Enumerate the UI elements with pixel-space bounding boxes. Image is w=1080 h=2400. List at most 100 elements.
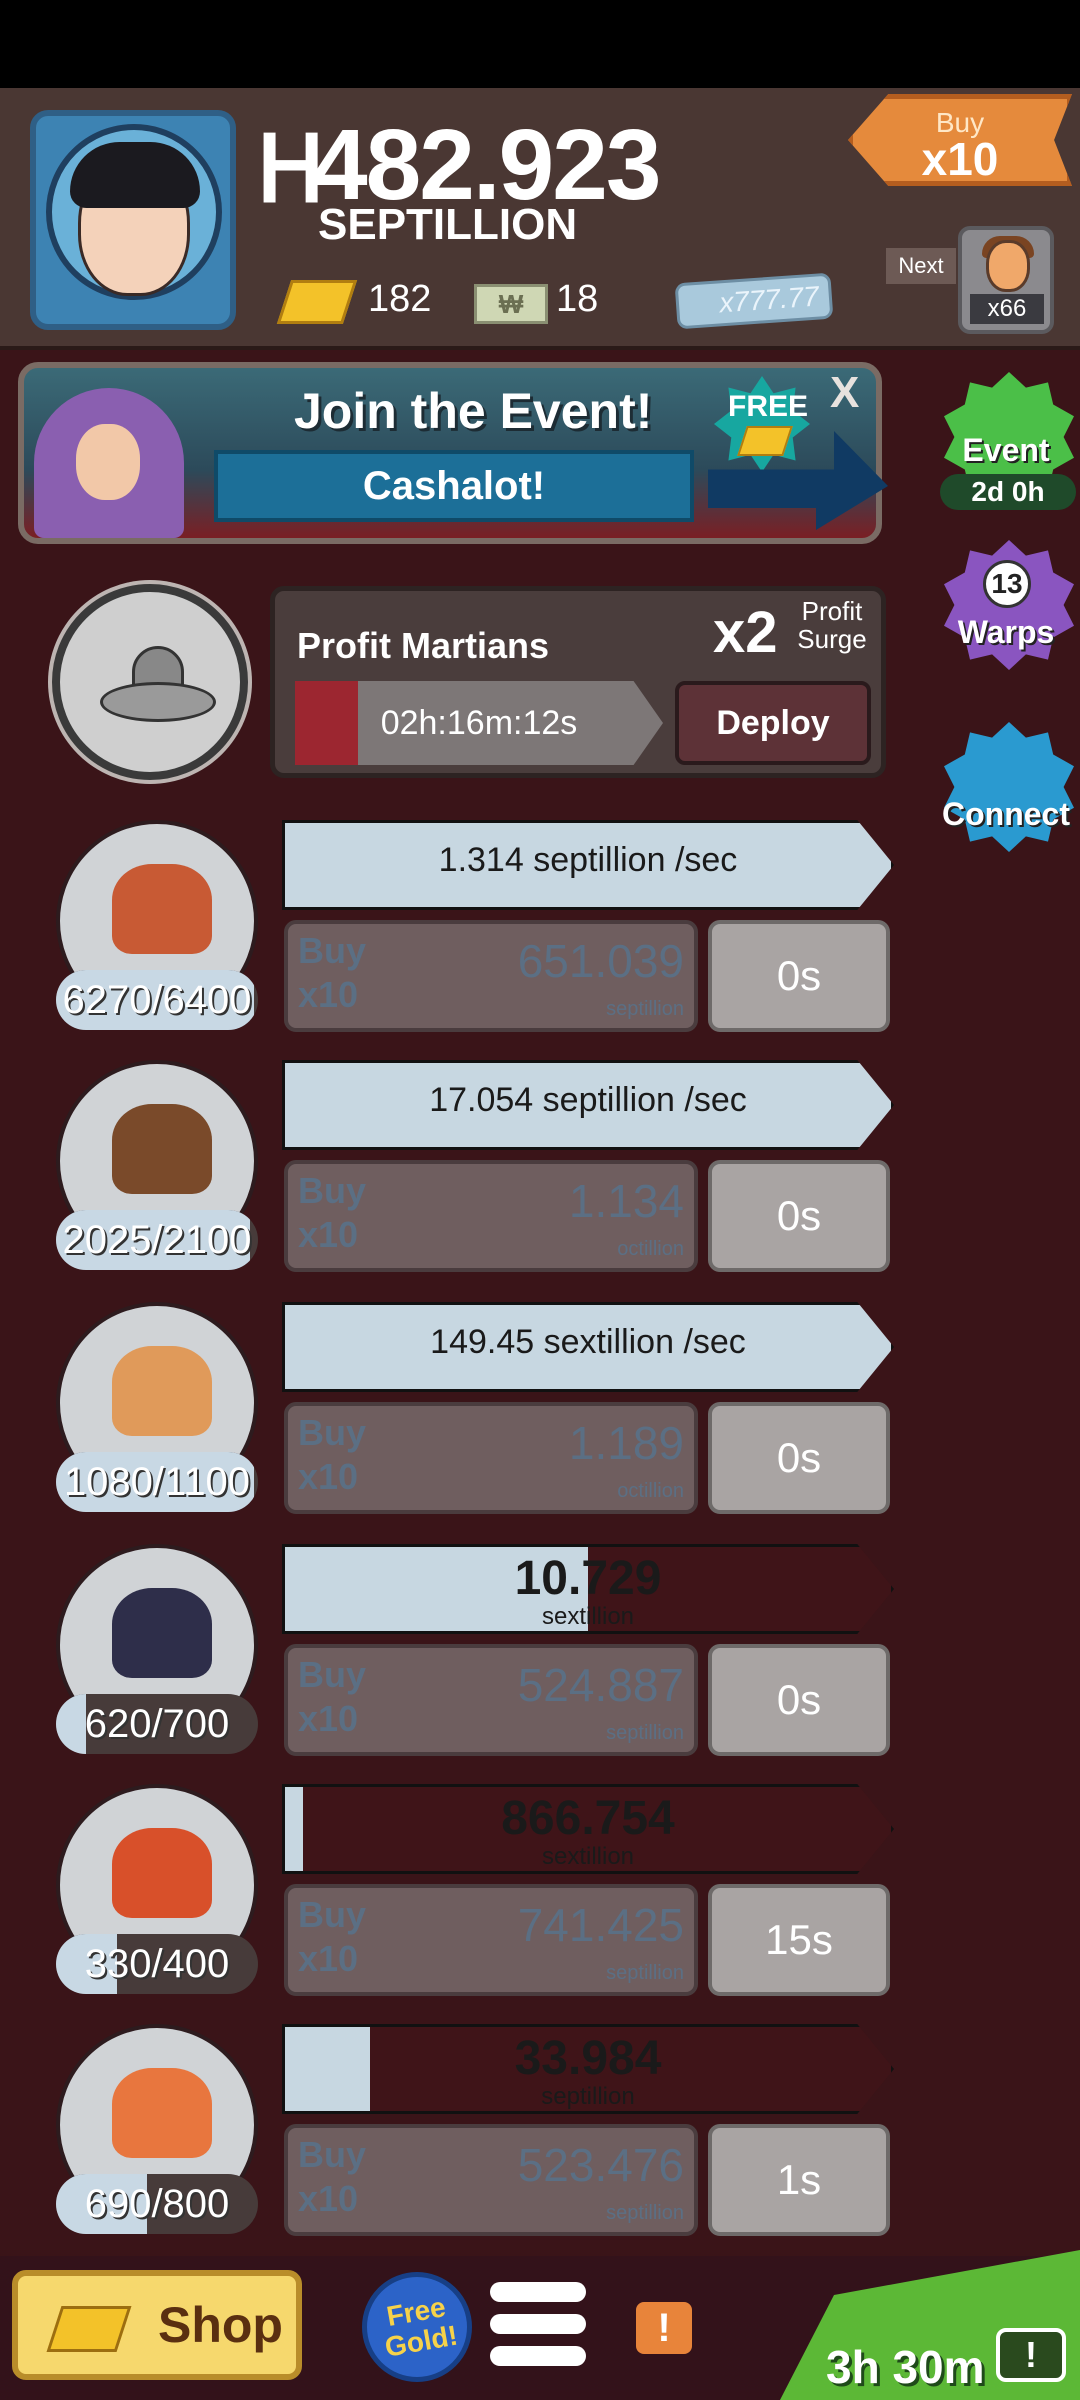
hair-icon [70,142,200,208]
buy-amount: x10 [298,974,359,1015]
megabucks-icon: ₩ [474,284,548,324]
business-timer: 0s [708,1160,890,1272]
alert-icon[interactable]: ! [636,2302,692,2354]
business-timer: 0s [708,920,890,1032]
manager-avatar[interactable] [52,584,248,780]
event-timer: 2d 0h [940,474,1076,510]
business-count-bar: 6270/6400 [56,970,258,1030]
mushroom-house-icon [112,1588,212,1678]
buy-cost: 523.476 [517,2139,684,2191]
business-rate: 17.054 septillion /sec [429,1081,747,1119]
shop-label: Shop [158,2297,283,2353]
buy-label: Buy [298,1654,367,1695]
buy-cost-unit: septillion [606,998,684,1020]
business-rate-unit: sextillion [541,1603,635,1630]
player-avatar[interactable] [30,110,236,330]
business-buy-button[interactable]: Buy x10 1.189 octillion [284,1402,698,1514]
buy-amount: x10 [298,2178,359,2219]
business-rate-value: 866.754 [501,1792,675,1845]
rock-pile-icon [112,864,212,954]
business-count-bar: 690/800 [56,2174,258,2234]
money-unit: SEPTILLION [318,200,578,249]
business-count: 330/400 [84,1942,230,1986]
header: ᕼ 482.923 SEPTILLION 182 ₩ 18 x777.77 Bu… [0,88,1080,350]
business-buy-button[interactable]: Buy x10 741.425 septillion [284,1884,698,1996]
gold-gem-icon [276,280,358,324]
buy-cost-unit: octillion [617,1480,684,1502]
event-label: Event [962,432,1050,468]
business-rate: 1.314 septillion /sec [438,841,738,879]
buy-amount: x10 [298,1698,359,1739]
business-count-bar: 1080/1100 [56,1452,258,1512]
next-unlock-button[interactable]: x66 [958,226,1054,334]
business-progress-bar[interactable]: 149.45 sextillion /sec [282,1302,894,1392]
business-progress-bar[interactable]: 866.754 sextillion [282,1784,894,1874]
deploy-button[interactable]: Deploy [675,681,871,765]
manager-name: Profit Martians [297,625,550,666]
business-rate-unit: septillion [541,2083,635,2110]
business-timer: 0s [708,1402,890,1514]
close-icon[interactable]: X [830,368,859,418]
business-progress-bar[interactable]: 33.984 septillion [282,2024,894,2114]
manager-timer: 02h:16m:12s [380,704,578,742]
manager-timer-bar: 02h:16m:12s [295,681,663,765]
event-banner[interactable]: Join the Event! Cashalot! FREE [18,362,882,544]
multiplier-tag[interactable]: x777.77 [674,272,834,330]
gold-count: 182 [368,278,432,320]
warps-count: 13 [983,560,1031,608]
next-label: Next [886,248,956,284]
shop-button[interactable]: Shop [12,2270,302,2380]
business-timer: 15s [708,1884,890,1996]
business-progress-bar[interactable]: 1.314 septillion /sec [282,820,894,910]
chocolate-bar-icon [112,1104,212,1194]
megabucks-count: 18 [556,278,599,320]
buy-amount: x10 [298,1214,359,1255]
business-buy-button[interactable]: Buy x10 523.476 septillion [284,2124,698,2236]
buy-cost: 1.189 [568,1417,684,1469]
coin-sun-icon [112,1828,212,1918]
buy-label: Buy [298,1412,367,1453]
tv-icon[interactable]: ! [996,2328,1066,2382]
business-rate-value: 33.984 [514,2032,662,2085]
business-row: 2025/2100 17.054 septillion /sec Buy x10… [0,1060,1080,1300]
buy-label: Buy [298,1894,367,1935]
business-progress-bar[interactable]: 10.729 sextillion [282,1544,894,1634]
free-gem-icon [737,426,793,456]
business-buy-button[interactable]: Buy x10 1.134 octillion [284,1160,698,1272]
jester-face-icon [76,424,140,500]
business-row: 620/700 10.729 sextillion Buy x10 524.88… [0,1544,1080,1784]
status-bar [0,0,1080,88]
business-count-bar: 330/400 [56,1934,258,1994]
free-gold-button[interactable]: Free Gold! [362,2272,472,2382]
star-person-icon [112,2068,212,2158]
buy-label: Buy [298,1170,367,1211]
business-timer: 0s [708,1644,890,1756]
manager-panel: Profit Martians x2 Profit Surge 02h:16m:… [270,586,886,778]
tv-timer: 3h 30m [826,2341,985,2393]
business-timer: 1s [708,2124,890,2236]
buy-cost: 651.039 [517,935,684,987]
buy-cost-unit: septillion [606,1722,684,1744]
business-progress-bar[interactable]: 17.054 septillion /sec [282,1060,894,1150]
business-count: 1080/1100 [63,1460,251,1504]
business-rate-unit: sextillion [541,1843,635,1870]
event-title: Join the Event! [294,383,653,439]
buy-cost: 524.887 [517,1659,684,1711]
business-buy-button[interactable]: Buy x10 651.039 septillion [284,920,698,1032]
menu-icon[interactable] [490,2282,586,2374]
business-count-bar: 620/700 [56,1694,258,1754]
buy-amount: x10 [921,133,999,185]
business-buy-button[interactable]: Buy x10 524.887 septillion [284,1644,698,1756]
ufo-icon [100,646,216,726]
business-count: 2025/2100 [62,1218,252,1262]
business-rate: 149.45 sextillion /sec [430,1323,746,1361]
buy-amount: x10 [298,1938,359,1979]
business-count-bar: 2025/2100 [56,1210,258,1270]
buy-cost: 1.134 [568,1175,684,1227]
business-row: 690/800 33.984 septillion Buy x10 523.47… [0,2024,1080,2264]
buy-multiplier-button[interactable]: Buy x10 [848,94,1072,186]
next-face-icon [986,240,1030,292]
business-count: 6270/6400 [62,978,252,1022]
buy-amount: x10 [298,1456,359,1497]
next-count: x66 [970,294,1044,324]
